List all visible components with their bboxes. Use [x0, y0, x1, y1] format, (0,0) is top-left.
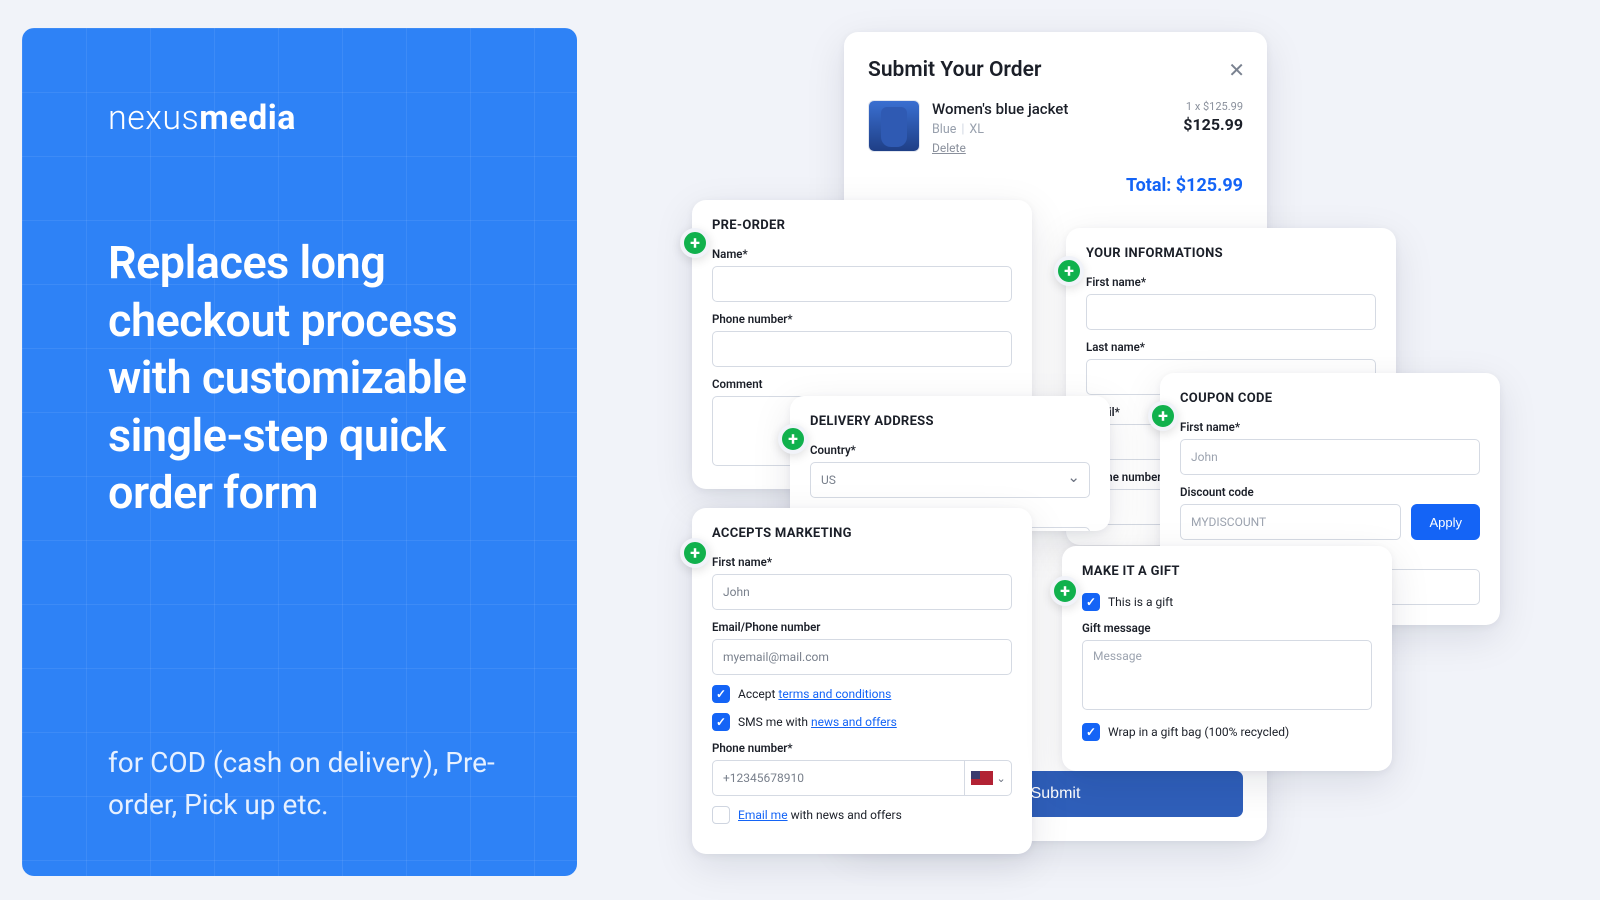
- comment-label: Comment: [712, 377, 1012, 391]
- firstname-label: First name*: [1086, 275, 1376, 289]
- checkbox-icon[interactable]: [712, 806, 730, 824]
- lastname-label: Last name*: [1086, 340, 1376, 354]
- checkbox-checked-icon[interactable]: [1082, 593, 1100, 611]
- gift-toggle-row[interactable]: This is a gift: [1082, 593, 1372, 611]
- form-canvas: ✕ Submit Your Order Women's blue jacket …: [620, 0, 1600, 900]
- product-name: Women's blue jacket: [932, 100, 1171, 118]
- cart-line: Women's blue jacket Blue|XL Delete 1 x $…: [868, 100, 1243, 155]
- brand-logo: nexusmedia: [108, 98, 521, 138]
- name-label: Name*: [712, 247, 1012, 261]
- gift-msg-input[interactable]: [1082, 640, 1372, 710]
- headline: Replaces long checkout process with cust…: [108, 234, 521, 522]
- card-title: YOUR INFORMATIONS: [1086, 246, 1376, 261]
- contact-input[interactable]: [712, 639, 1012, 675]
- product-info: Women's blue jacket Blue|XL Delete: [932, 100, 1171, 155]
- phone-input[interactable]: [712, 331, 1012, 367]
- order-title: Submit Your Order: [868, 58, 1243, 82]
- subline: for COD (cash on delivery), Pre-order, P…: [108, 742, 521, 826]
- plus-icon[interactable]: +: [1148, 401, 1178, 431]
- card-title: MAKE IT A GIFT: [1082, 564, 1372, 579]
- phone-input[interactable]: [712, 760, 965, 796]
- terms-link[interactable]: terms and conditions: [778, 687, 891, 701]
- accepts-marketing-card: ACCEPTS MARKETING First name* Email/Phon…: [692, 508, 1032, 854]
- checkbox-checked-icon[interactable]: [712, 685, 730, 703]
- product-price: $125.99: [1183, 115, 1243, 134]
- emailme-link[interactable]: Email me: [738, 808, 788, 822]
- plus-icon[interactable]: +: [1054, 256, 1084, 286]
- product-qty: 1 x $125.99: [1183, 100, 1243, 113]
- country-select[interactable]: [810, 462, 1090, 498]
- discount-label: Discount code: [1180, 485, 1480, 499]
- news-link[interactable]: news and offers: [811, 715, 897, 729]
- delete-link[interactable]: Delete: [932, 141, 966, 155]
- card-title: ACCEPTS MARKETING: [712, 526, 1012, 541]
- firstname-label: First name*: [712, 555, 1012, 569]
- name-input[interactable]: [712, 266, 1012, 302]
- checkbox-checked-icon[interactable]: [1082, 723, 1100, 741]
- firstname-input[interactable]: [712, 574, 1012, 610]
- firstname-input[interactable]: [1086, 294, 1376, 330]
- country-label: Country*: [810, 443, 1090, 457]
- product-pricing: 1 x $125.99 $125.99: [1183, 100, 1243, 155]
- gift-wrap-row[interactable]: Wrap in a gift bag (100% recycled): [1082, 723, 1372, 741]
- card-title: COUPON CODE: [1180, 391, 1480, 406]
- contact-label: Email/Phone number: [712, 620, 1012, 634]
- card-title: PRE-ORDER: [712, 218, 1012, 233]
- brand-thin: nexus: [108, 98, 199, 138]
- plus-icon[interactable]: +: [778, 424, 808, 454]
- country-flag-select[interactable]: ⌄: [965, 760, 1012, 796]
- gift-card: MAKE IT A GIFT This is a gift Gift messa…: [1062, 546, 1392, 771]
- firstname-label: First name*: [1180, 420, 1480, 434]
- promo-panel: nexusmedia Replaces long checkout proces…: [22, 28, 577, 876]
- plus-icon[interactable]: +: [1050, 576, 1080, 606]
- firstname-input[interactable]: [1180, 439, 1480, 475]
- phone-label: Phone number*: [712, 312, 1012, 326]
- close-icon[interactable]: ✕: [1228, 58, 1245, 82]
- chevron-down-icon: ⌄: [997, 772, 1006, 785]
- total-line: Total: $125.99: [868, 175, 1243, 196]
- product-variant: Blue|XL: [932, 122, 1171, 137]
- product-thumbnail: [868, 100, 920, 152]
- sms-row[interactable]: SMS me with news and offers: [712, 713, 1012, 731]
- plus-icon[interactable]: +: [680, 538, 710, 568]
- plus-icon[interactable]: +: [680, 228, 710, 258]
- brand-bold: media: [199, 98, 296, 138]
- checkbox-checked-icon[interactable]: [712, 713, 730, 731]
- card-title: DELIVERY ADDRESS: [810, 414, 1090, 429]
- emailme-row[interactable]: Email me with news and offers: [712, 806, 1012, 824]
- us-flag-icon: [971, 771, 993, 785]
- apply-button[interactable]: Apply: [1411, 504, 1480, 540]
- discount-input[interactable]: [1180, 504, 1401, 540]
- accept-terms-row[interactable]: Accept terms and conditions: [712, 685, 1012, 703]
- phone-label: Phone number*: [712, 741, 1012, 755]
- gift-msg-label: Gift message: [1082, 621, 1372, 635]
